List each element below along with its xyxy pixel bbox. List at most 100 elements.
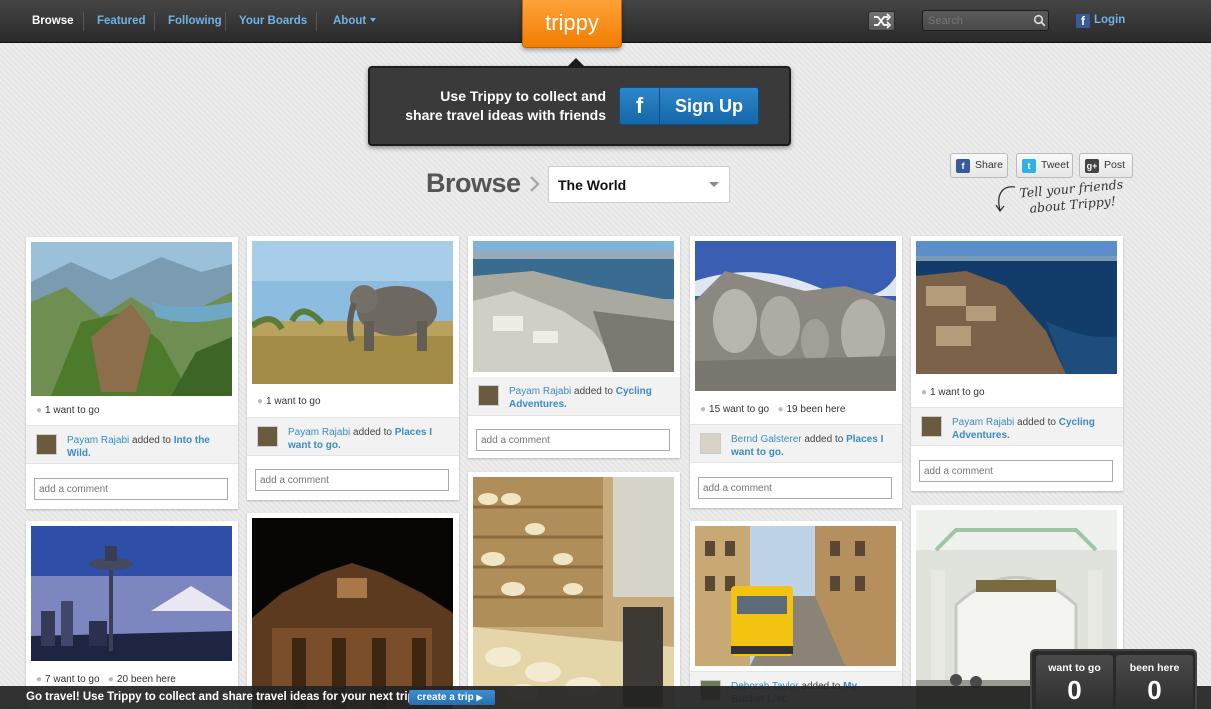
avatar[interactable] bbox=[700, 433, 721, 454]
comment-input[interactable] bbox=[698, 477, 892, 499]
attribution-text: Bernd Galsterer added to Places I want t… bbox=[731, 433, 886, 459]
been-count: 20 been here bbox=[116, 674, 176, 685]
nav-featured[interactable]: Featured bbox=[97, 0, 146, 43]
attribution-verb: added to bbox=[1017, 417, 1056, 428]
attribution-verb: added to bbox=[132, 435, 171, 446]
twitter-icon: t bbox=[1022, 159, 1036, 173]
want-count: 1 want to go bbox=[45, 405, 100, 416]
signup-message: Use Trippy to collect and share travel id… bbox=[376, 87, 606, 125]
facebook-icon: f bbox=[956, 159, 970, 173]
google-post-button[interactable]: g+ Post bbox=[1079, 153, 1133, 178]
nav-divider bbox=[225, 12, 226, 31]
attribution-text: Payam Rajabi added to Cycling Adventures… bbox=[509, 385, 664, 411]
attribution-text: Payam Rajabi added to Into the Wild. bbox=[67, 434, 222, 460]
tweet-label: Tweet bbox=[1041, 159, 1070, 171]
avatar[interactable] bbox=[36, 434, 57, 455]
share-label: Share bbox=[975, 159, 1004, 171]
want-count: 1 want to go bbox=[266, 396, 321, 407]
nav-your-boards[interactable]: Your Boards bbox=[239, 0, 307, 43]
pin-attribution: Bernd Galsterer added to Places I want t… bbox=[690, 424, 902, 463]
attribution-text: Payam Rajabi added to Places I want to g… bbox=[288, 426, 443, 452]
pin-photo[interactable] bbox=[473, 241, 674, 372]
nav-following[interactable]: Following bbox=[168, 0, 222, 43]
pin-attribution: Payam Rajabi added to Cycling Adventures… bbox=[468, 377, 680, 416]
pin-attribution: Payam Rajabi added to Into the Wild. bbox=[26, 425, 238, 464]
counter-value: 0 bbox=[1147, 675, 1162, 705]
facebook-icon: f bbox=[620, 88, 660, 124]
comment-input[interactable] bbox=[919, 460, 1113, 482]
search-icon[interactable] bbox=[1033, 14, 1046, 27]
promo-text: Go travel! Use Trippy to collect and sha… bbox=[26, 691, 415, 703]
pin-photo[interactable] bbox=[473, 477, 674, 709]
pin-attribution: Payam Rajabi added to Places I want to g… bbox=[247, 417, 459, 456]
pin-photo[interactable] bbox=[252, 241, 453, 384]
user-link[interactable]: Bernd Galsterer bbox=[731, 434, 802, 445]
want-count: 7 want to go bbox=[45, 674, 100, 685]
login-button[interactable]: f Login bbox=[1076, 12, 1125, 31]
google-plus-icon: g+ bbox=[1085, 159, 1099, 173]
caret-down-icon bbox=[370, 18, 377, 22]
signup-message-line1: Use Trippy to collect and bbox=[440, 88, 606, 104]
post-label: Post bbox=[1104, 159, 1126, 171]
shuffle-icon bbox=[874, 13, 892, 29]
pin-stats: ● 7 want to go ● 20 been here bbox=[36, 674, 176, 685]
nav-about[interactable]: About bbox=[333, 0, 377, 43]
play-arrow-icon: ▶ bbox=[476, 693, 483, 702]
create-trip-label: create a trip bbox=[417, 692, 474, 703]
pin-card: ● 1 want to go Payam Rajabi added to Into… bbox=[26, 237, 238, 509]
signup-message-line2: share travel ideas with friends bbox=[405, 107, 606, 123]
pin-photo[interactable] bbox=[252, 518, 453, 709]
pin-card: Payam Rajabi added to Cycling Adventures… bbox=[468, 236, 680, 458]
chevron-down-icon bbox=[709, 182, 719, 187]
pin-card: ● 1 want to go Payam Rajabi added to Plac… bbox=[247, 236, 459, 500]
pin-stats: ● 1 want to go bbox=[36, 405, 100, 416]
attribution-verb: added to bbox=[353, 427, 392, 438]
pin-photo[interactable] bbox=[695, 526, 896, 666]
create-trip-button[interactable]: create a trip ▶ bbox=[409, 690, 495, 705]
user-link[interactable]: Payam Rajabi bbox=[952, 417, 1014, 428]
signup-label: Sign Up bbox=[675, 96, 743, 116]
pin-stats: ● 15 want to go ● 19 been here bbox=[700, 404, 846, 415]
facebook-signup-button[interactable]: f Sign Up bbox=[619, 87, 759, 125]
avatar[interactable] bbox=[257, 426, 278, 447]
pin-card bbox=[468, 472, 680, 709]
region-select[interactable]: The World bbox=[548, 166, 730, 203]
trippy-logo[interactable]: trippy bbox=[522, 0, 622, 48]
facebook-share-button[interactable]: f Share bbox=[950, 153, 1008, 178]
pin-card: ● 15 want to go ● 19 been here Bernd Galst… bbox=[690, 236, 902, 508]
attribution-verb: added to bbox=[574, 386, 613, 397]
comment-input[interactable] bbox=[255, 469, 449, 491]
comment-input[interactable] bbox=[476, 429, 670, 451]
facebook-icon: f bbox=[1076, 14, 1090, 28]
nav-divider bbox=[83, 12, 84, 31]
pin-photo[interactable] bbox=[695, 241, 896, 391]
want-to-go-counter[interactable]: want to go 0 bbox=[1036, 655, 1113, 709]
comment-input[interactable] bbox=[34, 478, 228, 500]
avatar[interactable] bbox=[478, 385, 499, 406]
page-title: Browse bbox=[426, 168, 521, 198]
user-link[interactable]: Payam Rajabi bbox=[509, 386, 571, 397]
top-navigation-bar: Browse Featured Following Your Boards Ab… bbox=[0, 0, 1211, 48]
pin-card: Deborah Taylor added to My Bucket List. bbox=[690, 521, 902, 709]
user-link[interactable]: Payam Rajabi bbox=[288, 427, 350, 438]
travel-counters: want to go 0 been here 0 bbox=[1030, 649, 1197, 709]
pin-card: ● 1 want to go Payam Rajabi added to Cycl… bbox=[911, 236, 1123, 491]
user-link[interactable]: Payam Rajabi bbox=[67, 435, 129, 446]
counter-value: 0 bbox=[1067, 675, 1082, 705]
tell-friends-note: Tell your friends about Trippy! bbox=[1016, 176, 1128, 217]
attribution-text: Payam Rajabi added to Cycling Adventures… bbox=[952, 416, 1107, 442]
pin-photo[interactable] bbox=[31, 526, 232, 661]
shuffle-button[interactable] bbox=[868, 11, 895, 31]
pin-photo[interactable] bbox=[916, 241, 1117, 374]
attribution-verb: added to bbox=[804, 434, 844, 445]
been-here-counter[interactable]: been here 0 bbox=[1116, 655, 1193, 709]
pin-photo[interactable] bbox=[31, 242, 232, 396]
pin-stats: ● 1 want to go bbox=[921, 387, 985, 398]
search-input[interactable] bbox=[922, 10, 1049, 31]
tweet-button[interactable]: t Tweet bbox=[1016, 153, 1073, 178]
nav-about-label: About bbox=[333, 15, 367, 27]
nav-divider bbox=[154, 12, 155, 31]
pin-attribution: Payam Rajabi added to Cycling Adventures… bbox=[911, 407, 1123, 446]
nav-browse[interactable]: Browse bbox=[32, 0, 74, 43]
avatar[interactable] bbox=[921, 416, 942, 437]
